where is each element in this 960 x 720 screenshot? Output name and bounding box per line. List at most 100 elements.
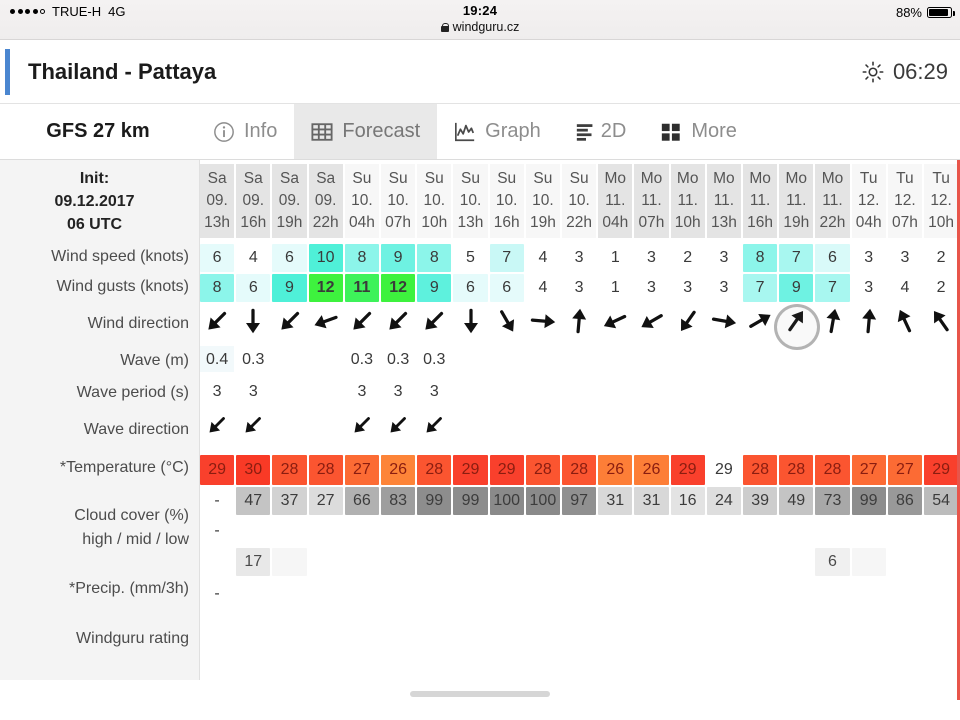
wind-gusts-cell: 3 (683, 279, 693, 296)
temperature-cell: 26 (598, 455, 633, 485)
wave-height-cell: 0.3 (242, 351, 265, 368)
cloud-high-cell: 31 (598, 487, 633, 515)
cloud-high-cell: 99 (851, 487, 886, 515)
wind-gusts-cell: 7 (743, 274, 778, 302)
init-line-3: 06 UTC (66, 216, 123, 233)
wind-speed-cell: 7 (489, 244, 524, 272)
temperature-cell: 27 (344, 455, 379, 485)
column-header: Sa 09. 16h (236, 164, 271, 238)
wind-gusts-cell: 12 (381, 274, 416, 302)
cloud-mid-cell: - (214, 522, 220, 539)
column-header: Su 10. 04h (344, 164, 379, 238)
wind-speed-cell: 6 (815, 244, 850, 272)
precip-cell: - (214, 585, 220, 602)
tab-info[interactable]: Info (196, 104, 294, 159)
status-bar-center: 19:24 windguru.cz (0, 3, 960, 34)
wind-gusts-cell: 3 (647, 279, 656, 296)
header-day: Mo (749, 170, 771, 187)
row-label-cloud-levels: high / mid / low (82, 531, 189, 548)
header-hour: 16h (747, 214, 774, 231)
column-header: Su 10. 19h (525, 164, 560, 238)
header-hour: 19h (529, 214, 556, 231)
chart-line-icon (454, 121, 476, 143)
header-day: Su (569, 170, 589, 187)
header-hour: 04h (602, 214, 629, 231)
row-label-wave-period: Wave period (s) (76, 384, 189, 401)
cloud-high-cell: 100 (525, 487, 560, 515)
temperature-cell: 26 (634, 455, 669, 485)
wind-speed-cell: 3 (900, 249, 910, 266)
tab-graph[interactable]: Graph (437, 104, 558, 159)
header-date: 11. (822, 192, 843, 209)
tab-more[interactable]: More (643, 104, 754, 159)
header-day: Su (388, 170, 408, 187)
cloud-high-cell: 99 (453, 487, 488, 515)
tab-forecast[interactable]: Forecast (294, 104, 438, 159)
column-header: Sa 09. 22h (308, 164, 343, 238)
wave-period-cell: 3 (393, 383, 403, 400)
header-hour: 13h (204, 214, 231, 231)
temperature-cell: 28 (308, 455, 343, 485)
header-day: Sa (316, 170, 336, 187)
wave-direction-arrow (421, 412, 447, 438)
cloud-high-cell: 47 (236, 487, 271, 515)
temperature-cell: 30 (236, 455, 271, 485)
cloud-high-cell: 37 (272, 487, 307, 515)
column-header: Sa 09. 19h (272, 164, 307, 238)
wave-direction-arrow (204, 412, 230, 438)
header-day: Mo (604, 170, 627, 187)
header-date: 10. (351, 192, 373, 209)
header-day: Tu (896, 170, 914, 187)
row-label-precip: *Precip. (mm/3h) (68, 580, 189, 597)
column-header: Su 10. 10h (417, 164, 452, 238)
tab-bar: GFS 27 km Info Forecast Graph 2D More (0, 104, 960, 160)
wind-direction-arrow (238, 306, 268, 336)
wave-direction-arrow (240, 412, 266, 438)
tab-more-label: More (691, 120, 737, 142)
bars-icon (575, 121, 597, 143)
forecast-grid-scroll[interactable]: Sa 09. 13h Sa 09. 16h Sa 09. 19h Sa 09. 22h Su 10. 04h… (200, 160, 960, 700)
header-day: Tu (932, 170, 950, 187)
wind-direction-arrow (673, 306, 703, 336)
header-day: Mo (821, 170, 844, 187)
tab-2d[interactable]: 2D (558, 104, 644, 159)
temperature-cell: 27 (851, 455, 886, 485)
wind-direction-arrow (528, 306, 558, 336)
cloud-low-cell (272, 548, 307, 576)
wind-gusts-cell: 9 (417, 274, 452, 302)
column-header: Tu 12. 04h (851, 164, 886, 238)
cloud-high-cell: 31 (634, 487, 669, 515)
url-bar[interactable]: windguru.cz (0, 20, 960, 34)
wind-speed-cell: 4 (538, 249, 548, 266)
header-date: 11. (749, 192, 771, 209)
wave-height-cell: 0.3 (423, 351, 446, 368)
wind-speed-cell: 3 (719, 249, 729, 266)
wind-gusts-cell: 11 (344, 274, 379, 302)
header-date: 10. (568, 192, 590, 209)
wind-direction-arrow (781, 306, 811, 336)
wind-gusts-cell: 4 (900, 279, 910, 296)
column-header: Tu 12. 10h (924, 164, 959, 238)
wave-height-cell: 0.3 (386, 351, 410, 368)
wind-gusts-cell: 9 (779, 274, 814, 302)
sun-icon (862, 61, 884, 83)
column-header: Mo 11. 10h (670, 164, 705, 238)
wind-gusts-cell: 2 (936, 279, 946, 296)
column-header: Su 10. 16h (489, 164, 524, 238)
sunrise-info: 06:29 (862, 59, 948, 85)
wind-speed-cell: 2 (936, 249, 946, 266)
temperature-cell: 29 (200, 455, 235, 485)
wind-direction-arrow (456, 306, 486, 336)
row-label-column: Init: 09.12.2017 06 UTC Wind speed (knot… (0, 160, 200, 700)
column-header: Tu 12. 07h (887, 164, 922, 238)
status-bar-right: 88% (896, 5, 955, 20)
sunrise-time-label: 06:29 (892, 58, 948, 84)
battery-icon (927, 7, 955, 18)
row-label-wave: Wave (m) (120, 352, 189, 369)
header-hour: 19h (783, 214, 810, 231)
temperature-cell: 29 (489, 455, 524, 485)
page-header: Thailand - Pattaya 06:29 (0, 40, 960, 104)
init-line-2: 09.12.2017 (54, 193, 135, 210)
wind-direction-arrow (383, 306, 413, 336)
wind-speed-cell: 10 (308, 244, 343, 272)
